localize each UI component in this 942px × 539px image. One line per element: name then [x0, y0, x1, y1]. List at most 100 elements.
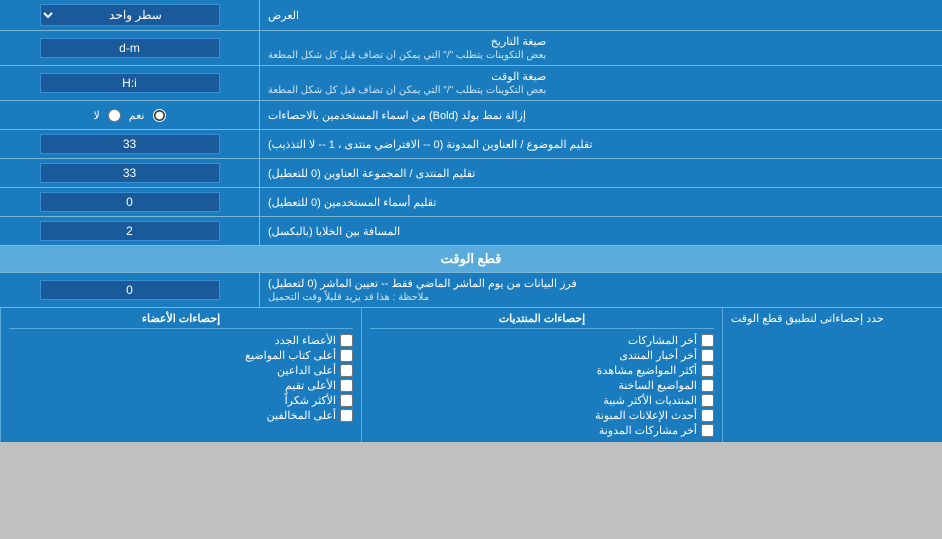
- date-format-input[interactable]: [40, 38, 220, 58]
- time-format-input[interactable]: [40, 73, 220, 93]
- cell-spacing-label-text: المسافة بين الخلايا (بالبكسل): [268, 225, 400, 238]
- forum-trim-row: تقليم المنتدى / المجموعة العناوين (0 للت…: [0, 159, 942, 188]
- time-cut-input[interactable]: [40, 280, 220, 300]
- username-trim-row: تقليم أسماء المستخدمين (0 للتعطيل): [0, 188, 942, 217]
- cell-spacing-input[interactable]: [40, 221, 220, 241]
- display-dropdown[interactable]: سطر واحد سطرين ثلاثة أسطر: [40, 4, 220, 26]
- time-cut-row: فرز البيانات من يوم الماشر الماضي فقط --…: [0, 273, 942, 308]
- time-format-row: صيغة الوقت بعض التكوينات يتطلب "/" التي …: [0, 66, 942, 101]
- members-stat-item-5: الأكثر شكراً: [9, 393, 353, 408]
- members-stat-label-5: الأكثر شكراً: [285, 394, 336, 407]
- posts-stat-item-5: المنتديات الأكثر شبية: [370, 393, 714, 408]
- time-cut-label-text: فرز البيانات من يوم الماشر الماضي فقط --…: [268, 277, 577, 290]
- members-stat-checkbox-6[interactable]: [340, 409, 353, 422]
- time-cut-section-title: قطع الوقت: [441, 251, 502, 266]
- display-label-text: العرض: [268, 9, 299, 22]
- posts-stat-item-7: أخر مشاركات المدونة: [370, 423, 714, 438]
- display-control: سطر واحد سطرين ثلاثة أسطر: [0, 0, 260, 30]
- cell-spacing-control: [0, 217, 260, 245]
- bold-yes-label: نعم: [129, 109, 145, 122]
- posts-stat-checkbox-6[interactable]: [701, 409, 714, 422]
- posts-stat-checkbox-3[interactable]: [701, 364, 714, 377]
- posts-stat-item-2: أخر أخبار المنتدى: [370, 348, 714, 363]
- display-row: العرض سطر واحد سطرين ثلاثة أسطر: [0, 0, 942, 31]
- members-stat-checkbox-5[interactable]: [340, 394, 353, 407]
- bold-radio-group: نعم لا: [94, 109, 166, 122]
- posts-stat-label-1: أخر المشاركات: [628, 334, 697, 347]
- bold-remove-label: إزالة نمط بولد (Bold) من اسماء المستخدمي…: [260, 101, 942, 129]
- bold-no-radio[interactable]: [108, 109, 121, 122]
- posts-stat-checkbox-4[interactable]: [701, 379, 714, 392]
- posts-stat-item-3: أكثر المواضيع مشاهدة: [370, 363, 714, 378]
- forum-trim-control: [0, 159, 260, 187]
- members-stat-checkbox-3[interactable]: [340, 364, 353, 377]
- bold-remove-control: نعم لا: [0, 101, 260, 129]
- posts-stat-item-1: أخر المشاركات: [370, 333, 714, 348]
- bold-remove-label-text: إزالة نمط بولد (Bold) من اسماء المستخدمي…: [268, 109, 526, 122]
- posts-stat-item-6: أحدث الإعلانات المبونة: [370, 408, 714, 423]
- topic-trim-label: تقليم الموضوع / العناوين المدونة (0 -- ا…: [260, 130, 942, 158]
- time-format-control: [0, 66, 260, 100]
- bold-yes-radio[interactable]: [153, 109, 166, 122]
- bold-no-label: لا: [94, 109, 100, 122]
- members-stat-item-6: أعلى المخالفين: [9, 408, 353, 423]
- topic-trim-row: تقليم الموضوع / العناوين المدونة (0 -- ا…: [0, 130, 942, 159]
- display-label: العرض: [260, 0, 942, 30]
- topic-trim-control: [0, 130, 260, 158]
- members-stat-item-4: الأعلى تقيم: [9, 378, 353, 393]
- members-stat-label-2: أعلى كتاب المواضيع: [245, 349, 336, 362]
- time-cut-control: [0, 273, 260, 307]
- posts-stat-checkbox-1[interactable]: [701, 334, 714, 347]
- members-stat-item-1: الأعضاء الجدد: [9, 333, 353, 348]
- members-stat-item-3: أعلى الداعين: [9, 363, 353, 378]
- date-format-row: صيغة التاريخ بعض التكوينات يتطلب "/" الت…: [0, 31, 942, 66]
- date-format-sublabel: بعض التكوينات يتطلب "/" التي يمكن ان تضا…: [268, 50, 546, 61]
- posts-stat-label-3: أكثر المواضيع مشاهدة: [597, 364, 697, 377]
- members-stat-checkbox-1[interactable]: [340, 334, 353, 347]
- members-stat-checkbox-2[interactable]: [340, 349, 353, 362]
- members-stat-label-3: أعلى الداعين: [277, 364, 336, 377]
- posts-stats-title: إحصاءات المنتديات: [370, 312, 714, 329]
- time-format-label: صيغة الوقت بعض التكوينات يتطلب "/" التي …: [260, 66, 942, 100]
- posts-stat-label-6: أحدث الإعلانات المبونة: [595, 409, 697, 422]
- posts-stat-label-5: المنتديات الأكثر شبية: [603, 394, 697, 407]
- members-stat-item-2: أعلى كتاب المواضيع: [9, 348, 353, 363]
- cell-spacing-row: المسافة بين الخلايا (بالبكسل): [0, 217, 942, 246]
- stats-apply-label: حدد إحصاءاتى لتطبيق قطع الوقت: [731, 312, 884, 325]
- username-trim-label-text: تقليم أسماء المستخدمين (0 للتعطيل): [268, 196, 436, 209]
- time-cut-section-header: قطع الوقت: [0, 246, 942, 273]
- username-trim-control: [0, 188, 260, 216]
- posts-stat-label-2: أخر أخبار المنتدى: [619, 349, 697, 362]
- cell-spacing-label: المسافة بين الخلايا (بالبكسل): [260, 217, 942, 245]
- posts-stat-label-4: المواضيع الساخنة: [618, 379, 697, 392]
- date-format-control: [0, 31, 260, 65]
- time-format-label-text: صيغة الوقت: [491, 71, 546, 83]
- username-trim-label: تقليم أسماء المستخدمين (0 للتعطيل): [260, 188, 942, 216]
- time-format-sublabel: بعض التكوينات يتطلب "/" التي يمكن ان تضا…: [268, 85, 546, 96]
- posts-stat-item-4: المواضيع الساخنة: [370, 378, 714, 393]
- time-cut-label: فرز البيانات من يوم الماشر الماضي فقط --…: [260, 273, 942, 307]
- forum-trim-input[interactable]: [40, 163, 220, 183]
- date-format-label: صيغة التاريخ بعض التكوينات يتطلب "/" الت…: [260, 31, 942, 65]
- forum-trim-label: تقليم المنتدى / المجموعة العناوين (0 للت…: [260, 159, 942, 187]
- posts-stat-label-7: أخر مشاركات المدونة: [599, 424, 697, 437]
- members-stats-group: إحصاءات الأعضاء الأعضاء الجدد أعلى كتاب …: [0, 308, 361, 442]
- topic-trim-label-text: تقليم الموضوع / العناوين المدونة (0 -- ا…: [268, 138, 592, 151]
- posts-stat-checkbox-5[interactable]: [701, 394, 714, 407]
- members-stat-checkbox-4[interactable]: [340, 379, 353, 392]
- members-stat-label-1: الأعضاء الجدد: [275, 334, 336, 347]
- members-stat-label-4: الأعلى تقيم: [285, 379, 336, 392]
- stats-groups-container: إحصاءات المنتديات أخر المشاركات أخر أخبا…: [0, 308, 722, 442]
- topic-trim-input[interactable]: [40, 134, 220, 154]
- members-stat-label-6: أعلى المخالفين: [267, 409, 336, 422]
- date-format-label-text: صيغة التاريخ: [491, 36, 546, 48]
- posts-stat-checkbox-2[interactable]: [701, 349, 714, 362]
- stats-apply-label-container: حدد إحصاءاتى لتطبيق قطع الوقت: [722, 308, 942, 442]
- posts-stats-group: إحصاءات المنتديات أخر المشاركات أخر أخبا…: [361, 308, 722, 442]
- members-stats-title: إحصاءات الأعضاء: [9, 312, 353, 329]
- bottom-stats-section: حدد إحصاءاتى لتطبيق قطع الوقت إحصاءات ال…: [0, 308, 942, 442]
- time-cut-note: ملاحظة : هذا قد يزيد قليلاً وقت التحميل: [268, 292, 429, 303]
- username-trim-input[interactable]: [40, 192, 220, 212]
- posts-stat-checkbox-7[interactable]: [701, 424, 714, 437]
- forum-trim-label-text: تقليم المنتدى / المجموعة العناوين (0 للت…: [268, 167, 475, 180]
